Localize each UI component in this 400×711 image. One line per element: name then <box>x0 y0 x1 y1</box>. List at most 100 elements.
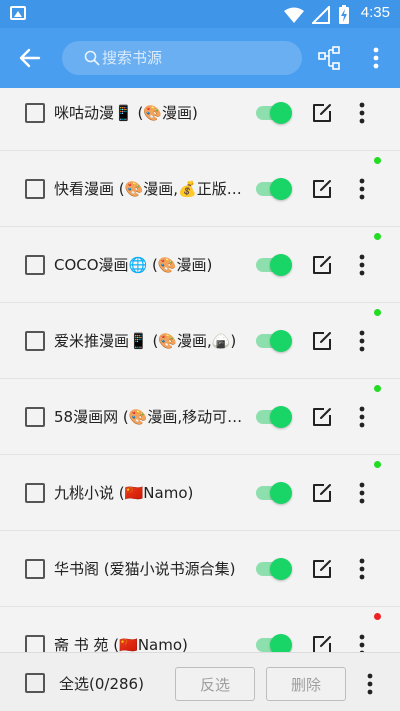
source-enabled-switch[interactable] <box>256 404 292 428</box>
select-all-checkbox[interactable] <box>25 673 45 693</box>
status-icons <box>284 5 350 25</box>
edit-button[interactable] <box>310 633 334 652</box>
row-more-button[interactable] <box>352 101 372 125</box>
source-name: COCO漫画🌐 (🎨漫画) <box>54 256 213 274</box>
source-enabled-switch[interactable] <box>256 556 292 580</box>
switch-thumb <box>270 558 292 580</box>
source-row[interactable]: 咪咕动漫📱 (🎨漫画) <box>0 88 400 151</box>
status-dot <box>374 309 381 316</box>
more-vert-icon <box>359 634 365 652</box>
app-bar <box>0 28 400 88</box>
edit-button[interactable] <box>310 481 334 505</box>
select-all-label[interactable]: 全选(0/286) <box>59 673 144 695</box>
sort-icon <box>318 46 340 70</box>
source-enabled-switch[interactable] <box>256 176 292 200</box>
more-vert-icon <box>359 178 365 200</box>
edit-icon <box>313 636 331 652</box>
edit-icon <box>313 560 331 578</box>
status-dot <box>374 461 381 468</box>
more-vert-icon <box>359 330 365 352</box>
edit-icon <box>313 180 331 198</box>
edit-button[interactable] <box>310 177 334 201</box>
edit-icon <box>313 104 331 122</box>
edit-button[interactable] <box>310 329 334 353</box>
source-enabled-switch[interactable] <box>256 252 292 276</box>
source-checkbox[interactable] <box>25 179 45 199</box>
more-vert-icon <box>359 406 365 428</box>
source-name: 咪咕动漫📱 (🎨漫画) <box>54 104 198 122</box>
row-more-button[interactable] <box>352 253 372 277</box>
source-checkbox[interactable] <box>25 103 45 123</box>
switch-thumb <box>270 178 292 200</box>
edit-icon <box>313 256 331 274</box>
edit-button[interactable] <box>310 557 334 581</box>
row-more-button[interactable] <box>352 177 372 201</box>
status-dot <box>374 233 381 240</box>
search-icon <box>84 50 100 66</box>
search-input[interactable] <box>102 41 292 75</box>
source-enabled-switch[interactable] <box>256 632 292 652</box>
row-more-button[interactable] <box>352 329 372 353</box>
edit-button[interactable] <box>310 253 334 277</box>
signal-icon <box>312 6 330 24</box>
row-more-button[interactable] <box>352 557 372 581</box>
edit-button[interactable] <box>310 101 334 125</box>
switch-thumb <box>270 634 292 652</box>
status-dot <box>374 613 381 620</box>
source-checkbox[interactable] <box>25 331 45 351</box>
row-more-button[interactable] <box>352 633 372 652</box>
source-row[interactable]: 爱米推漫画📱 (🎨漫画,🍙) <box>0 303 400 379</box>
clock: 4:35 <box>360 4 390 21</box>
source-enabled-switch[interactable] <box>256 100 292 124</box>
status-dot <box>374 385 381 392</box>
source-enabled-switch[interactable] <box>256 328 292 352</box>
source-checkbox[interactable] <box>25 559 45 579</box>
overflow-menu-button[interactable] <box>364 44 388 72</box>
battery-charging-icon <box>339 5 349 24</box>
more-vert-icon <box>359 254 365 276</box>
source-name: 九桃小说 (🇨🇳Namo) <box>54 484 194 502</box>
status-dot <box>374 157 381 164</box>
source-row[interactable]: 58漫画网 (🎨漫画,移动可… <box>0 379 400 455</box>
row-more-button[interactable] <box>352 481 372 505</box>
source-row[interactable]: 华书阁 (爱猫小说书源合集) <box>0 531 400 607</box>
source-name: 58漫画网 (🎨漫画,移动可… <box>54 408 243 426</box>
switch-thumb <box>270 330 292 352</box>
source-row[interactable]: COCO漫画🌐 (🎨漫画) <box>0 227 400 303</box>
source-row[interactable]: 斋 书 苑 (🇨🇳Namo) <box>0 607 400 652</box>
bottom-action-bar: 全选(0/286) 反选 删除 <box>0 652 400 711</box>
bottom-more-button[interactable] <box>360 672 380 696</box>
sort-button[interactable] <box>316 44 344 72</box>
source-checkbox[interactable] <box>25 407 45 427</box>
row-more-button[interactable] <box>352 405 372 429</box>
back-button[interactable] <box>14 42 46 74</box>
switch-thumb <box>270 406 292 428</box>
source-row[interactable]: 快看漫画 (🎨漫画,💰正版… <box>0 151 400 227</box>
status-bar: 4:35 <box>0 0 400 28</box>
source-checkbox[interactable] <box>25 255 45 275</box>
source-name: 华书阁 (爱猫小说书源合集) <box>54 560 236 578</box>
source-name: 斋 书 苑 (🇨🇳Namo) <box>54 636 188 652</box>
search-box[interactable] <box>62 41 302 75</box>
delete-button[interactable]: 删除 <box>266 667 346 701</box>
source-checkbox[interactable] <box>25 483 45 503</box>
source-enabled-switch[interactable] <box>256 480 292 504</box>
source-name: 快看漫画 (🎨漫画,💰正版… <box>54 180 242 198</box>
source-checkbox[interactable] <box>25 635 45 652</box>
book-source-list[interactable]: 咪咕动漫📱 (🎨漫画) 快看漫画 (🎨漫画,💰正版… COCO漫画🌐 (🎨漫画) 爱米… <box>0 88 400 652</box>
edit-icon <box>313 332 331 350</box>
edit-icon <box>313 408 331 426</box>
more-vert-icon <box>359 102 365 124</box>
edit-icon <box>313 484 331 502</box>
source-row[interactable]: 九桃小说 (🇨🇳Namo) <box>0 455 400 531</box>
invert-selection-button[interactable]: 反选 <box>175 667 255 701</box>
switch-thumb <box>270 102 292 124</box>
gallery-notification-icon <box>10 6 26 20</box>
edit-button[interactable] <box>310 405 334 429</box>
more-vert-icon <box>367 673 373 695</box>
more-vert-icon <box>359 482 365 504</box>
switch-thumb <box>270 254 292 276</box>
source-name: 爱米推漫画📱 (🎨漫画,🍙) <box>54 332 237 350</box>
arrow-left-icon <box>19 48 41 68</box>
wifi-icon <box>284 7 304 23</box>
